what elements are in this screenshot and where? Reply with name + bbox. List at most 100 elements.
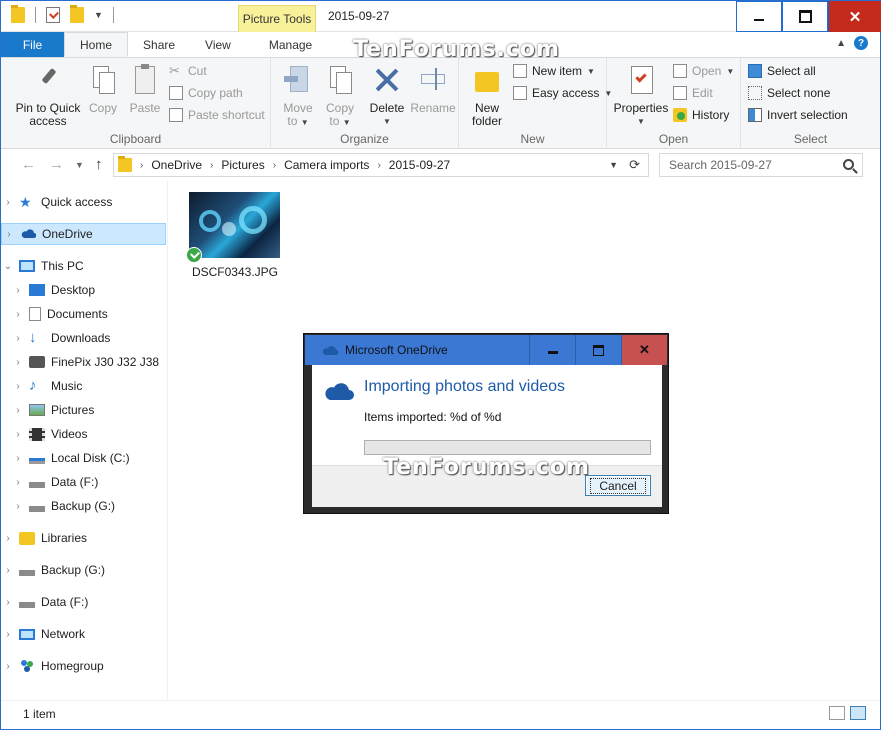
recent-locations-chevron-icon[interactable]: ▼ <box>75 160 84 170</box>
expand-chevron-icon[interactable]: › <box>1 597 15 608</box>
nav-item-downloads[interactable]: › ↓ Downloads <box>1 327 166 349</box>
properties-icon[interactable] <box>46 7 60 23</box>
expand-chevron-icon[interactable]: › <box>11 405 25 416</box>
expand-chevron-icon[interactable]: › <box>11 285 25 296</box>
nav-item-libraries[interactable]: › Libraries <box>1 527 166 549</box>
nav-item-onedrive[interactable]: › OneDrive <box>1 223 166 245</box>
new-item-button[interactable]: New item ▼ <box>513 64 595 78</box>
large-icons-view-icon[interactable] <box>850 706 866 720</box>
edit-button[interactable]: Edit <box>673 86 713 100</box>
expand-chevron-icon[interactable]: › <box>1 197 15 208</box>
properties-button[interactable]: Properties ▼ <box>613 64 669 128</box>
nav-item-quick-access[interactable]: › ★ Quick access <box>1 191 166 213</box>
cut-button[interactable]: ✂ Cut <box>169 64 207 79</box>
refresh-icon[interactable]: ⟳ <box>629 157 640 173</box>
nav-item-this-pc[interactable]: ⌄ This PC <box>1 255 166 277</box>
file-name[interactable]: DSCF0343.JPG <box>185 265 285 279</box>
cancel-button[interactable]: Cancel <box>585 475 651 496</box>
expand-chevron-icon[interactable]: › <box>11 501 25 512</box>
breadcrumb-current-folder[interactable]: 2015-09-27 <box>389 158 450 172</box>
expand-chevron-icon[interactable]: › <box>1 533 15 544</box>
copy-button[interactable]: Copy <box>85 64 121 115</box>
back-arrow-icon[interactable]: ← <box>21 156 36 173</box>
paste-shortcut-button[interactable]: Paste shortcut <box>169 108 265 122</box>
expand-chevron-icon[interactable]: › <box>11 381 25 392</box>
dialog-maximize-button[interactable] <box>575 335 621 365</box>
move-to-button[interactable]: Move to ▼ <box>279 64 317 129</box>
copy-to-button[interactable]: Copy to ▼ <box>321 64 359 129</box>
nav-item-homegroup[interactable]: › Homegroup <box>1 655 166 677</box>
address-dropdown-icon[interactable]: ▼ <box>609 160 618 170</box>
help-icon[interactable]: ? <box>854 36 868 50</box>
search-input[interactable]: Search 2015-09-27 <box>659 153 863 177</box>
expand-chevron-icon[interactable]: › <box>11 429 25 440</box>
network-icon <box>19 628 35 640</box>
computer-icon <box>19 260 35 272</box>
file-thumbnail[interactable] <box>189 192 280 258</box>
nav-item-pictures[interactable]: › Pictures <box>1 399 166 421</box>
pin-to-quick-access-button[interactable]: Pin to Quick access <box>15 64 81 128</box>
breadcrumb-separator[interactable]: › <box>140 160 143 171</box>
forward-arrow-icon[interactable]: → <box>49 156 64 173</box>
select-all-button[interactable]: Select all <box>748 64 816 78</box>
nav-item-local-disk-c[interactable]: › Local Disk (C:) <box>1 447 166 469</box>
expand-chevron-icon[interactable]: › <box>11 453 25 464</box>
nav-item-label: Libraries <box>41 531 88 545</box>
delete-button[interactable]: Delete ▼ <box>367 64 407 128</box>
collapse-chevron-icon[interactable]: ⌄ <box>1 261 15 272</box>
easy-access-button[interactable]: Easy access ▼ <box>513 86 612 100</box>
nav-item-network[interactable]: › Network <box>1 623 166 645</box>
nav-item-music[interactable]: › ♪ Music <box>1 375 166 397</box>
tab-manage[interactable]: Manage <box>254 32 327 57</box>
dialog-close-button[interactable] <box>621 335 667 365</box>
open-button[interactable]: Open ▼ <box>673 64 734 78</box>
expand-chevron-icon[interactable]: › <box>11 477 25 488</box>
breadcrumb-separator[interactable]: › <box>273 160 276 171</box>
details-view-icon[interactable] <box>829 706 845 720</box>
select-none-button[interactable]: Select none <box>748 86 830 100</box>
maximize-button[interactable] <box>782 1 828 32</box>
expand-chevron-icon[interactable]: › <box>11 333 25 344</box>
folder-icon <box>118 156 132 172</box>
nav-item-desktop[interactable]: › Desktop <box>1 279 166 301</box>
tab-view[interactable]: View <box>190 32 246 57</box>
tab-file[interactable]: File <box>1 32 64 57</box>
nav-item-data-f-root[interactable]: › Data (F:) <box>1 591 166 613</box>
expand-chevron-icon[interactable]: › <box>1 629 15 640</box>
copy-path-label: Copy path <box>188 86 243 100</box>
up-arrow-icon[interactable]: ↑ <box>95 156 103 173</box>
expand-chevron-icon[interactable]: › <box>1 661 15 672</box>
expand-chevron-icon[interactable]: › <box>11 309 25 320</box>
tab-share[interactable]: Share <box>128 32 190 57</box>
new-folder-icon[interactable] <box>70 5 84 23</box>
chevron-up-icon[interactable]: ▲ <box>836 38 846 49</box>
expand-chevron-icon[interactable]: › <box>11 357 25 368</box>
minimize-button[interactable] <box>736 1 782 32</box>
invert-selection-button[interactable]: Invert selection <box>748 108 848 122</box>
import-progress-bar <box>364 440 651 455</box>
breadcrumb-camera-imports[interactable]: Camera imports <box>284 158 369 172</box>
copy-path-button[interactable]: Copy path <box>169 86 243 100</box>
nav-item-documents[interactable]: › Documents <box>1 303 166 325</box>
breadcrumb-separator[interactable]: › <box>377 160 380 171</box>
breadcrumb-onedrive[interactable]: OneDrive <box>151 158 202 172</box>
address-bar[interactable]: › OneDrive › Pictures › Camera imports ›… <box>113 153 649 177</box>
nav-item-backup-g[interactable]: › Backup (G:) <box>1 495 166 517</box>
tab-home[interactable]: Home <box>64 32 129 57</box>
nav-item-videos[interactable]: › Videos <box>1 423 166 445</box>
dialog-minimize-button[interactable] <box>529 335 575 365</box>
nav-item-camera[interactable]: › FinePix J30 J32 J38 <box>1 351 166 373</box>
rename-button[interactable]: Rename <box>410 64 456 115</box>
expand-chevron-icon[interactable]: › <box>2 229 16 240</box>
nav-item-backup-g-root[interactable]: › Backup (G:) <box>1 559 166 581</box>
new-folder-button[interactable]: New folder <box>467 64 507 128</box>
expand-chevron-icon[interactable]: › <box>1 565 15 576</box>
paste-button[interactable]: Paste <box>127 64 163 115</box>
new-group: New folder New item ▼ Easy access ▼ New <box>459 58 612 149</box>
breadcrumb-separator[interactable]: › <box>210 160 213 171</box>
history-button[interactable]: History <box>673 108 729 122</box>
close-button[interactable] <box>828 1 881 32</box>
nav-item-data-f[interactable]: › Data (F:) <box>1 471 166 493</box>
breadcrumb-pictures[interactable]: Pictures <box>221 158 264 172</box>
customize-toolbar-dropdown[interactable]: ▼ <box>94 10 103 20</box>
